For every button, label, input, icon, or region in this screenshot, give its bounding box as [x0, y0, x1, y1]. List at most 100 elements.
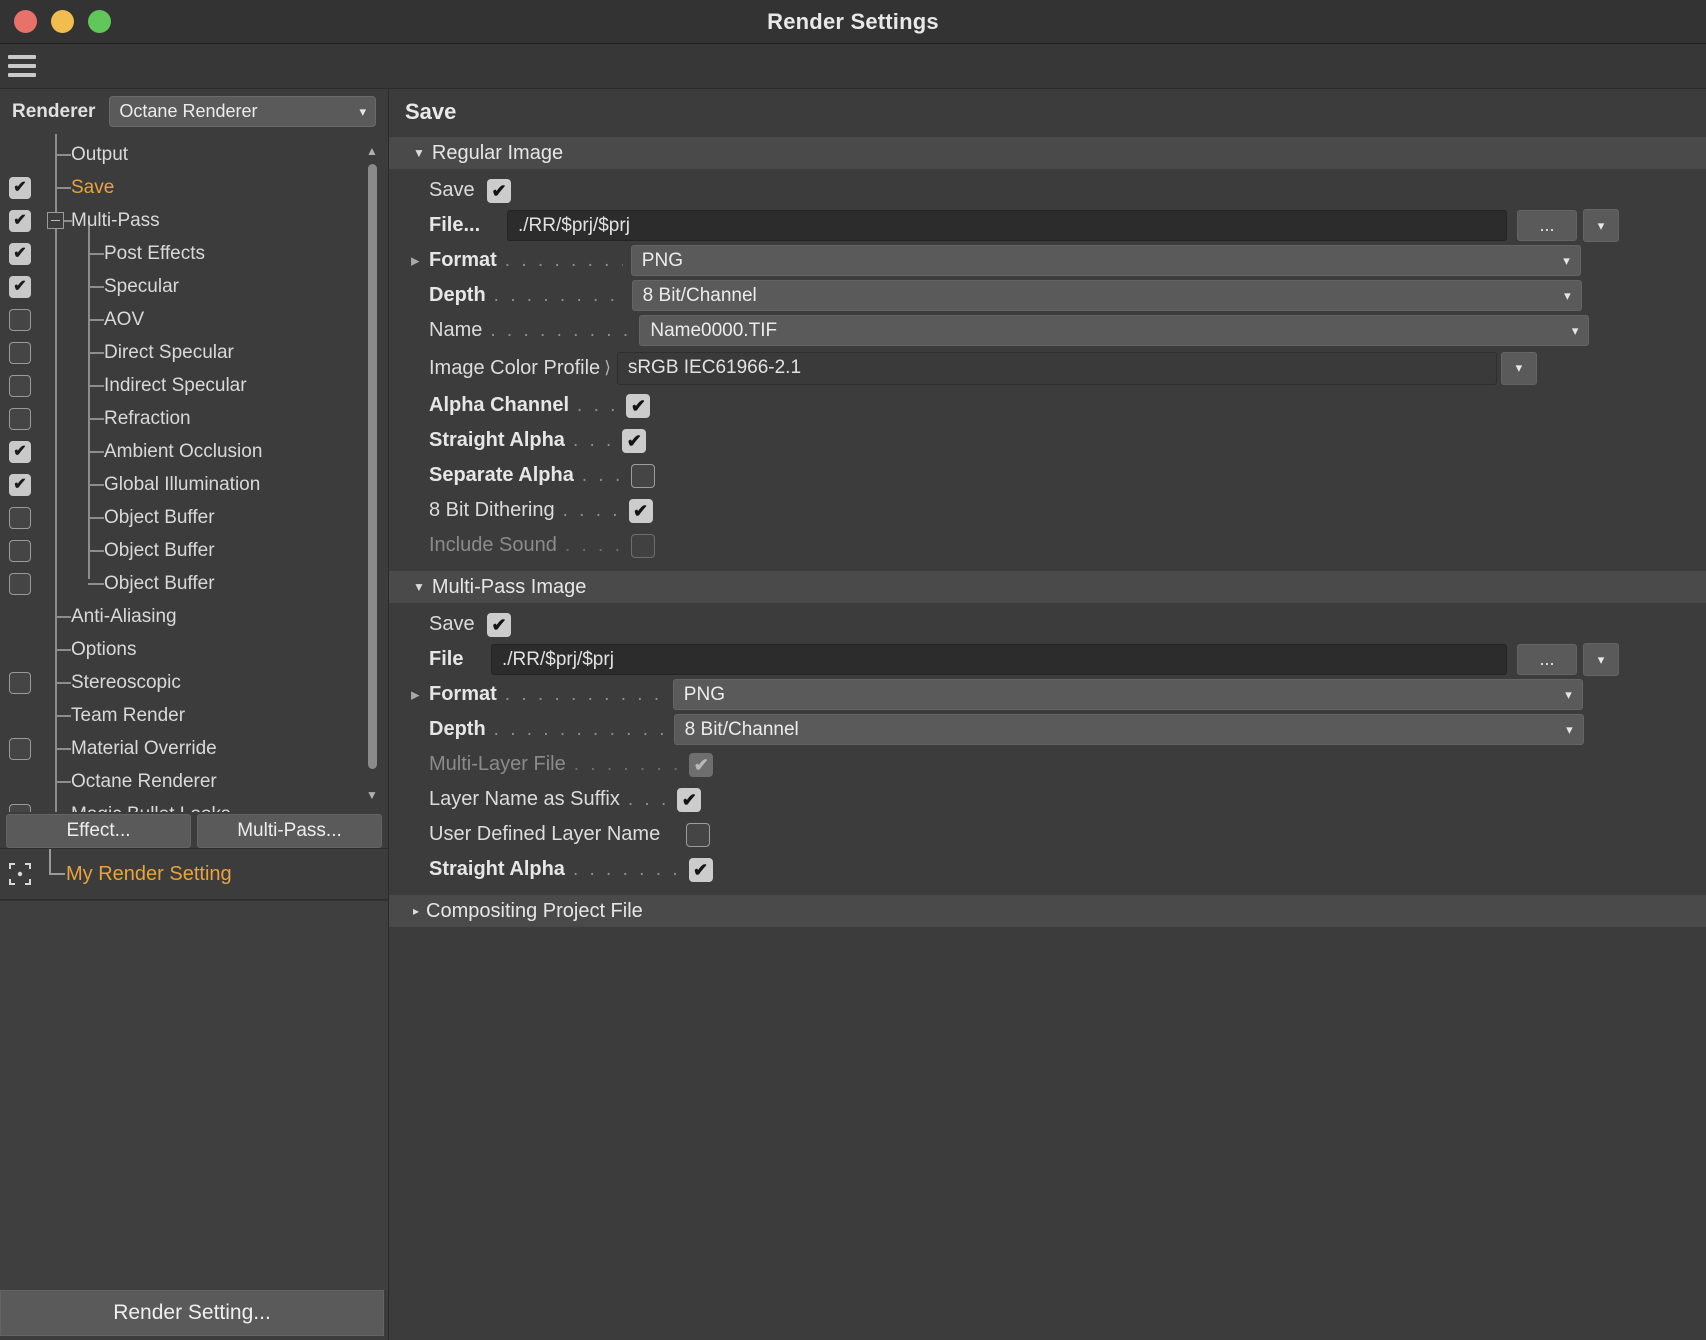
tree-item-checkbox[interactable] — [9, 341, 31, 364]
regular-format-expander-icon[interactable]: ▸ — [411, 251, 420, 271]
render-setting-name[interactable]: My Render Setting — [66, 863, 232, 886]
tree-item-object-buffer[interactable]: Object Buffer — [0, 567, 388, 600]
tree-item-options[interactable]: Options — [0, 633, 388, 666]
multipass-file-input[interactable]: ./RR/$prj/$prj — [491, 644, 1507, 675]
tree-item-checkbox-cell — [0, 803, 40, 812]
tree-item-label: Multi-Pass — [71, 209, 160, 231]
multipass-user-defined-layer-name-label: User Defined Layer Name — [429, 823, 661, 845]
multipass-multi-layer-file-leader: . . . . . . . — [573, 753, 682, 775]
tree-item-checkbox[interactable] — [9, 176, 31, 199]
regular-color-profile-dropdown-button[interactable]: ▾ — [1500, 351, 1537, 385]
regular-name-label: Name — [429, 319, 483, 341]
tree-item-checkbox[interactable] — [9, 572, 31, 595]
multipass-save-checkbox[interactable] — [487, 612, 511, 637]
tree-item-direct-specular[interactable]: Direct Specular — [0, 336, 388, 369]
tree-item-object-buffer[interactable]: Object Buffer — [0, 501, 388, 534]
regular-format-value: PNG — [641, 249, 683, 271]
tree-connector — [40, 633, 71, 666]
tree-collapse-icon[interactable] — [47, 211, 64, 229]
tree-item-magic-bullet-looks[interactable]: Magic Bullet Looks — [0, 798, 388, 812]
tree-connector — [40, 204, 72, 237]
tree-item-checkbox[interactable] — [9, 407, 31, 430]
tree-item-ambient-occlusion[interactable]: Ambient Occlusion — [0, 435, 388, 468]
tree-item-checkbox[interactable] — [9, 737, 31, 760]
multipass-file-browse-button[interactable]: ... — [1517, 644, 1577, 675]
tree-item-checkbox[interactable] — [9, 242, 31, 265]
group-header-multipass-image[interactable]: ▼ Multi-Pass Image — [389, 571, 1706, 603]
regular-straight-alpha-checkbox[interactable] — [622, 428, 647, 453]
regular-name-select[interactable]: Name0000.TIF ▾ — [639, 315, 1590, 346]
effect-button[interactable]: Effect... — [6, 814, 191, 848]
render-setting-button[interactable]: Render Setting... — [0, 1290, 384, 1336]
tree-item-post-effects[interactable]: Post Effects — [0, 237, 388, 270]
sidebar-scrollbar[interactable]: ▲ ▼ — [364, 142, 380, 804]
tree-item-checkbox-cell — [0, 572, 40, 595]
tree-item-label: Global Illumination — [104, 473, 261, 495]
multipass-layer-name-as-suffix-checkbox[interactable] — [677, 787, 702, 812]
regular-format-select[interactable]: PNG ▾ — [630, 245, 1581, 276]
tree-item-label: Object Buffer — [104, 539, 215, 561]
tree-item-object-buffer[interactable]: Object Buffer — [0, 534, 388, 567]
scroll-down-icon[interactable]: ▼ — [364, 786, 380, 804]
renderer-label: Renderer — [12, 100, 96, 122]
tree-item-octane-renderer[interactable]: Octane Renderer — [0, 765, 388, 798]
multipass-depth-select[interactable]: 8 Bit/Channel ▾ — [673, 714, 1584, 745]
tree-item-checkbox[interactable] — [9, 308, 31, 331]
multipass-user-defined-layer-name-checkbox[interactable] — [686, 822, 711, 847]
chevron-right-icon[interactable]: ⟩ — [604, 358, 611, 378]
regular-depth-leader: . . . . . . . . . — [493, 284, 624, 306]
tree-item-checkbox[interactable] — [9, 209, 31, 232]
render-setting-row[interactable]: My Render Setting — [0, 848, 388, 900]
tree-item-aov[interactable]: AOV — [0, 303, 388, 336]
tree-item-global-illumination[interactable]: Global Illumination — [0, 468, 388, 501]
group-header-compositing-project-file[interactable]: ▸ Compositing Project File — [389, 895, 1706, 927]
tree-item-anti-aliasing[interactable]: Anti-Aliasing — [0, 600, 388, 633]
regular-separate-alpha-checkbox[interactable] — [631, 463, 656, 488]
multipass-straight-alpha-checkbox[interactable] — [688, 857, 713, 882]
tree-item-multi-pass[interactable]: Multi-Pass — [0, 204, 388, 237]
scroll-up-icon[interactable]: ▲ — [364, 142, 380, 160]
tree-connector — [40, 270, 104, 303]
regular-alpha-channel-checkbox[interactable] — [626, 393, 651, 418]
tree-item-material-override[interactable]: Material Override — [0, 732, 388, 765]
tree-item-team-render[interactable]: Team Render — [0, 699, 388, 732]
regular-file-input[interactable]: ./RR/$prj/$prj — [507, 210, 1507, 241]
regular-file-dropdown-button[interactable]: ▾ — [1583, 209, 1619, 242]
regular-color-profile-field[interactable]: sRGB IEC61966-2.1 — [616, 351, 1497, 385]
renderer-select[interactable]: Octane Renderer ▾ — [109, 96, 376, 127]
tree-item-checkbox[interactable] — [9, 539, 31, 562]
tree-item-checkbox[interactable] — [9, 506, 31, 529]
multipass-format-expander-icon[interactable]: ▸ — [411, 685, 420, 705]
tree-item-specular[interactable]: Specular — [0, 270, 388, 303]
target-crosshair-icon — [0, 863, 40, 885]
group-header-regular-image[interactable]: ▼ Regular Image — [389, 137, 1706, 169]
tree-item-checkbox[interactable] — [9, 473, 31, 496]
multipass-format-select[interactable]: PNG ▾ — [672, 679, 1583, 710]
tree-item-indirect-specular[interactable]: Indirect Specular — [0, 369, 388, 402]
regular-depth-select[interactable]: 8 Bit/Channel ▾ — [631, 280, 1582, 311]
tree-item-label: Refraction — [104, 407, 191, 429]
tree-item-stereoscopic[interactable]: Stereoscopic — [0, 666, 388, 699]
tree-item-label: Stereoscopic — [71, 671, 181, 693]
tree-item-checkbox[interactable] — [9, 803, 31, 812]
tree-item-checkbox[interactable] — [9, 440, 31, 463]
tree-item-checkbox[interactable] — [9, 374, 31, 397]
regular-alpha-channel-label: Alpha Channel — [429, 394, 570, 416]
tree-item-checkbox[interactable] — [9, 671, 31, 694]
tree-item-save[interactable]: Save — [0, 171, 388, 204]
scrollbar-thumb[interactable] — [368, 164, 377, 769]
regular-save-checkbox[interactable] — [487, 178, 511, 203]
regular-color-profile-label: Image Color Profile — [429, 356, 601, 379]
tree-item-checkbox-cell — [0, 639, 40, 661]
tree-item-output[interactable]: Output — [0, 138, 388, 171]
triangle-right-icon: ▸ — [413, 904, 420, 918]
tree-item-refraction[interactable]: Refraction — [0, 402, 388, 435]
hamburger-menu-icon[interactable] — [8, 55, 36, 77]
multipass-file-dropdown-button[interactable]: ▾ — [1583, 643, 1619, 676]
multi-pass-button[interactable]: Multi-Pass... — [197, 814, 382, 848]
regular-name-value: Name0000.TIF — [650, 319, 778, 341]
tree-item-checkbox-cell — [0, 374, 40, 397]
regular-8-bit-dithering-checkbox[interactable] — [628, 498, 653, 523]
regular-file-browse-button[interactable]: ... — [1517, 210, 1577, 241]
tree-item-checkbox[interactable] — [9, 275, 31, 298]
